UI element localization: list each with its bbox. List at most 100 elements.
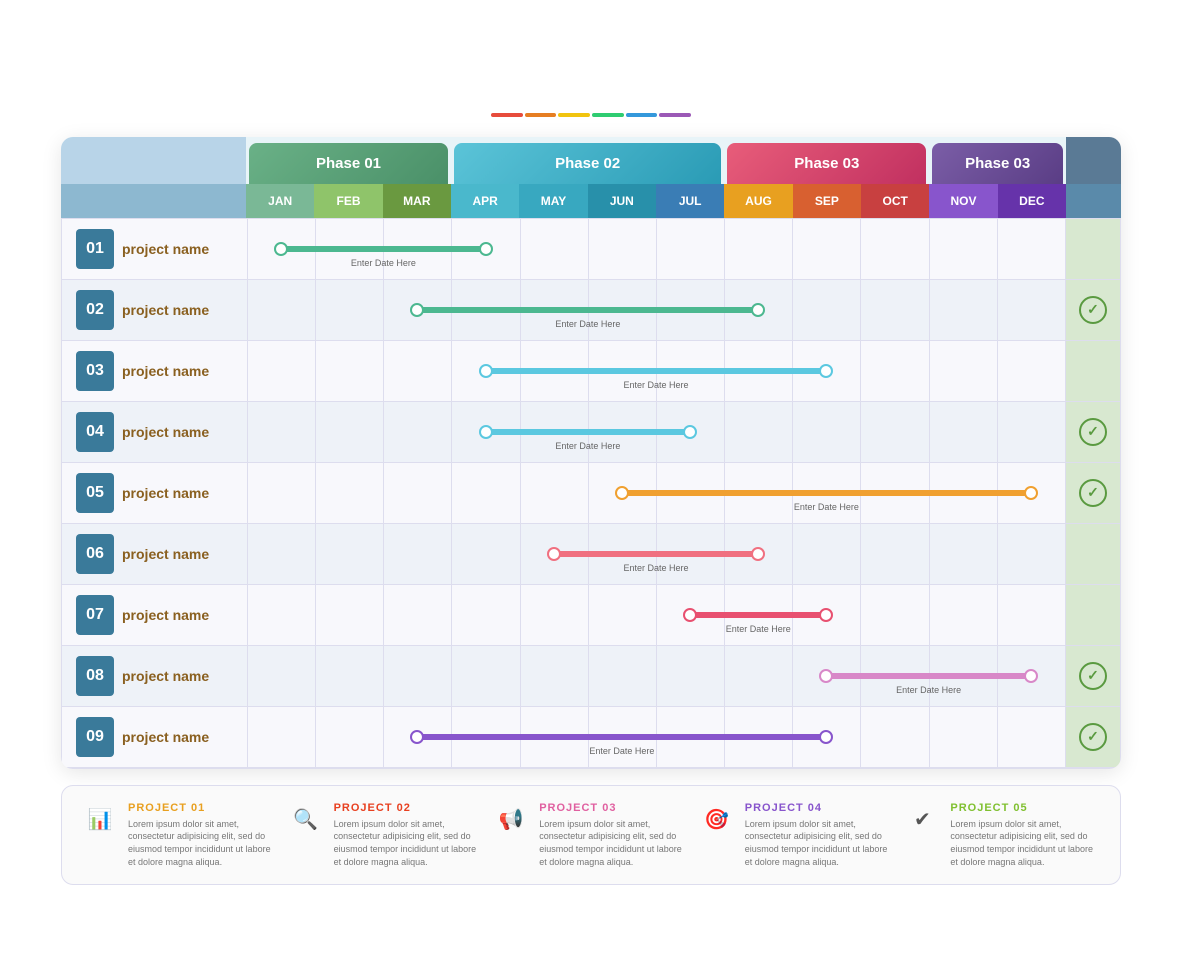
grid-cell-06-7	[656, 524, 724, 584]
legend-icon-3: 📢	[493, 802, 529, 838]
grid-cell-05-1	[247, 463, 315, 523]
grid-cell-06-8	[724, 524, 792, 584]
grid-cell-06-5	[520, 524, 588, 584]
data-row-04: 04project nameEnter Date Here✓	[62, 402, 1120, 463]
legend-item-5: ✔ PROJECT 05 Lorem ipsum dolor sit amet,…	[904, 802, 1100, 868]
month-aug: AUG	[724, 184, 792, 218]
month-oct: OCT	[861, 184, 929, 218]
legend-item-3: 📢 PROJECT 03 Lorem ipsum dolor sit amet,…	[493, 802, 689, 868]
grid-cell-07-5	[520, 585, 588, 645]
grid-cell-02-1	[247, 280, 315, 340]
grid-cell-02-5	[520, 280, 588, 340]
legend-icon-5: ✔	[904, 802, 940, 838]
status-check-02: ✓	[1079, 296, 1107, 324]
grid-cell-04-3	[383, 402, 451, 462]
month-feb: FEB	[314, 184, 382, 218]
status-cell-02: ✓	[1065, 280, 1120, 340]
grid-cell-01-6	[588, 219, 656, 279]
grid-cell-05-6	[588, 463, 656, 523]
grid-cell-04-5	[520, 402, 588, 462]
row-num-07: 07	[76, 595, 114, 635]
grid-cell-07-11	[929, 585, 997, 645]
data-row-08: 08project nameEnter Date Here✓	[62, 646, 1120, 707]
grid-cell-04-10	[860, 402, 928, 462]
row-project-name-09: project name	[122, 729, 209, 745]
legend-text-2: Lorem ipsum dolor sit amet, consectetur …	[334, 818, 484, 868]
month-apr: APR	[451, 184, 519, 218]
phase-02-header: Phase 02	[454, 143, 721, 184]
phase-01-header: Phase 01	[249, 143, 448, 184]
row-project-name-06: project name	[122, 546, 209, 562]
grid-cell-06-11	[929, 524, 997, 584]
grid-cell-09-3	[383, 707, 451, 767]
grid-cell-07-8	[724, 585, 792, 645]
grid-cell-09-2	[315, 707, 383, 767]
grid-wrapper-01: Enter Date Here	[247, 219, 1065, 279]
grid-cell-01-9	[792, 219, 860, 279]
grid-cell-02-11	[929, 280, 997, 340]
grid-cell-09-7	[656, 707, 724, 767]
phase-status-top	[1066, 137, 1121, 184]
status-cell-08: ✓	[1065, 646, 1120, 706]
grid-wrapper-02: Enter Date Here	[247, 280, 1065, 340]
grid-cell-03-11	[929, 341, 997, 401]
grid-cell-01-1	[247, 219, 315, 279]
status-cell-04: ✓	[1065, 402, 1120, 462]
legend-text-5: Lorem ipsum dolor sit amet, consectetur …	[950, 818, 1100, 868]
grid-cell-02-9	[792, 280, 860, 340]
grid-cell-08-2	[315, 646, 383, 706]
grid-cell-09-8	[724, 707, 792, 767]
data-row-07: 07project nameEnter Date Here	[62, 585, 1120, 646]
row-project-name-04: project name	[122, 424, 209, 440]
row-project-name-07: project name	[122, 607, 209, 623]
grid-cell-05-8	[724, 463, 792, 523]
legend-content-1: PROJECT 01 Lorem ipsum dolor sit amet, c…	[128, 802, 278, 868]
row-label-cell-07: 07 project name	[62, 585, 247, 645]
grid-cell-07-4	[451, 585, 519, 645]
grid-wrapper-03: Enter Date Here	[247, 341, 1065, 401]
status-cell-07	[1065, 585, 1120, 645]
row-label-cell-03: 03project name	[62, 341, 247, 401]
grid-cell-06-2	[315, 524, 383, 584]
grid-cell-05-2	[315, 463, 383, 523]
status-check-04: ✓	[1079, 418, 1107, 446]
grid-cell-01-12	[997, 219, 1065, 279]
grid-cell-06-10	[860, 524, 928, 584]
grid-cell-01-3	[383, 219, 451, 279]
legend-content-3: PROJECT 03 Lorem ipsum dolor sit amet, c…	[539, 802, 689, 868]
grid-cell-07-7	[656, 585, 724, 645]
month-header: JAN FEB MAR APR MAY JUN JUL AUG SEP OCT …	[61, 184, 1121, 218]
row-num-09: 09	[76, 717, 114, 757]
month-sep: SEP	[793, 184, 861, 218]
grid-cell-04-8	[724, 402, 792, 462]
grid-cell-05-4	[451, 463, 519, 523]
grid-cell-07-1	[247, 585, 315, 645]
grid-cell-02-8	[724, 280, 792, 340]
grid-cell-02-12	[997, 280, 1065, 340]
grid-cell-03-10	[860, 341, 928, 401]
status-check-08: ✓	[1079, 662, 1107, 690]
month-jun: JUN	[588, 184, 656, 218]
grid-cell-03-3	[383, 341, 451, 401]
grid-cell-09-4	[451, 707, 519, 767]
grid-cell-09-6	[588, 707, 656, 767]
grid-cell-07-3	[383, 585, 451, 645]
grid-cell-05-12	[997, 463, 1065, 523]
grid-cell-08-4	[451, 646, 519, 706]
grid-cell-08-5	[520, 646, 588, 706]
grid-cell-09-11	[929, 707, 997, 767]
legend-icon-1: 📊	[82, 802, 118, 838]
page-wrapper: Phase 01 Phase 02 Phase 03 Phase 03 JAN …	[41, 75, 1141, 905]
year-cell	[61, 184, 246, 218]
grid-cell-09-5	[520, 707, 588, 767]
status-cell-09: ✓	[1065, 707, 1120, 767]
phase-03b-header: Phase 03	[932, 143, 1063, 184]
row-label-cell-01: 01project name	[62, 219, 247, 279]
grid-cell-07-12	[997, 585, 1065, 645]
grid-cell-02-7	[656, 280, 724, 340]
grid-cell-01-2	[315, 219, 383, 279]
grid-cell-05-7	[656, 463, 724, 523]
legend-text-4: Lorem ipsum dolor sit amet, consectetur …	[745, 818, 895, 868]
grid-cell-06-9	[792, 524, 860, 584]
grid-cell-09-12	[997, 707, 1065, 767]
